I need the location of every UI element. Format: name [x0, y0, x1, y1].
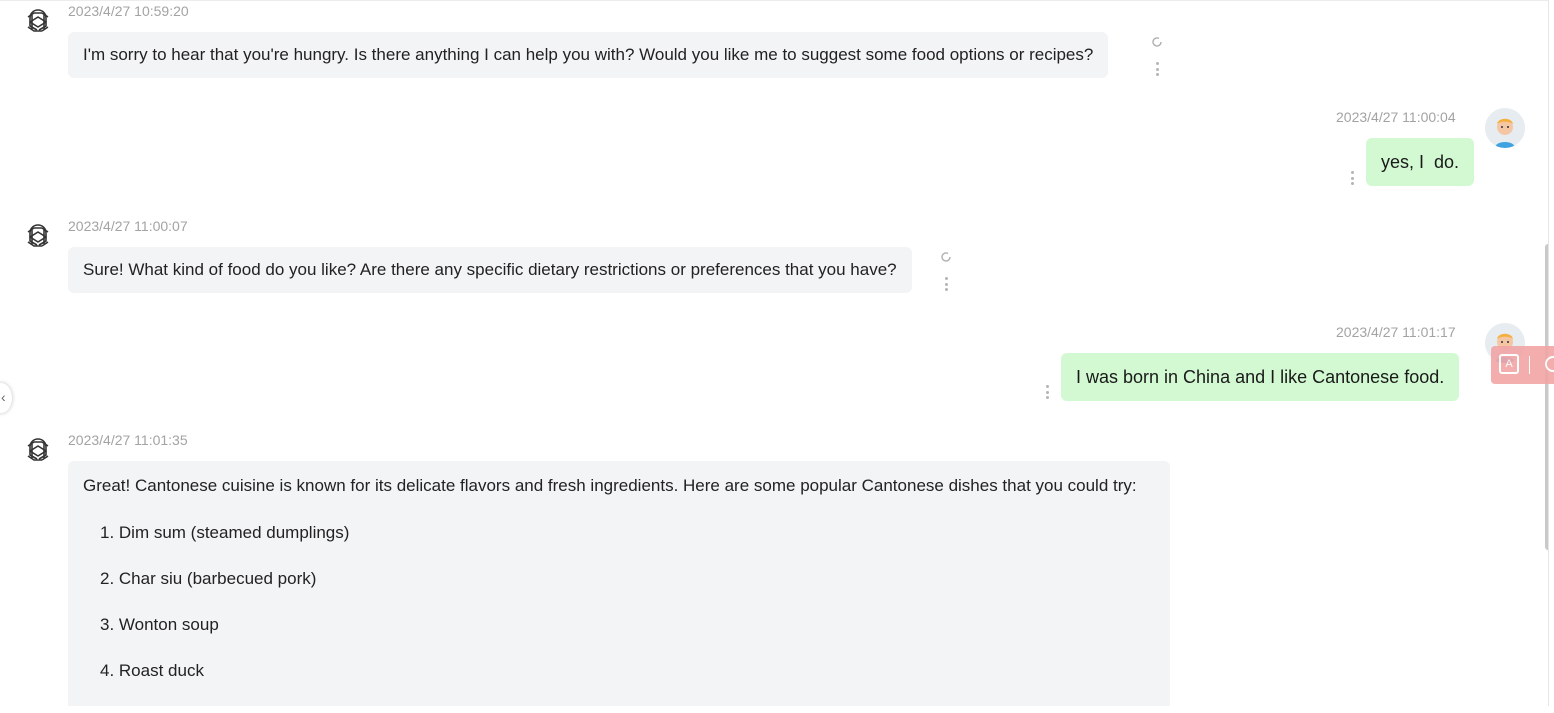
- message-text: I was born in China and I like Cantonese…: [1076, 366, 1445, 387]
- list-item: 3. Wonton soup: [100, 615, 219, 634]
- refresh-icon[interactable]: [1150, 35, 1164, 49]
- assistant-avatar-icon: [27, 438, 49, 461]
- message-timestamp: 2023/4/27 11:00:04: [1336, 109, 1456, 125]
- message-timestamp: 2023/4/27 11:00:07: [68, 218, 188, 234]
- list-item: 4. Roast duck: [100, 661, 204, 680]
- list-item: 1. Dim sum (steamed dumplings): [100, 523, 350, 542]
- chat-panel[interactable]: 2023/4/27 10:59:20 I'm sorry to hear tha…: [0, 0, 1549, 706]
- assistant-message-bubble: I'm sorry to hear that you're hungry. Is…: [68, 32, 1109, 78]
- assistant-message-bubble: Sure! What kind of food do you like? Are…: [68, 247, 912, 293]
- assistant-avatar-icon: [27, 224, 49, 247]
- toolbar-divider: [1529, 356, 1530, 374]
- cartoon-boy-avatar-icon: [1485, 108, 1525, 148]
- more-vertical-icon[interactable]: [944, 277, 948, 291]
- ai-translate-toolbar[interactable]: A: [1491, 346, 1554, 384]
- message-text: Great! Cantonese cuisine is known for it…: [83, 476, 1137, 495]
- assistant-avatar-icon: [27, 9, 49, 32]
- message-timestamp: 2023/4/27 10:59:20: [68, 3, 189, 19]
- assistant-message-bubble: Great! Cantonese cuisine is known for it…: [68, 461, 1170, 706]
- message-timestamp: 2023/4/27 11:01:17: [1336, 324, 1456, 340]
- list-item: 2. Char siu (barbecued pork): [100, 569, 317, 588]
- message-text: Sure! What kind of food do you like? Are…: [83, 260, 897, 279]
- user-avatar: [1485, 108, 1525, 148]
- refresh-icon[interactable]: [939, 250, 953, 264]
- more-vertical-icon[interactable]: [1155, 62, 1159, 76]
- more-vertical-icon[interactable]: [1045, 385, 1049, 399]
- chevron-left-icon: ‹: [1, 389, 6, 405]
- message-timestamp: 2023/4/27 11:01:35: [68, 432, 188, 448]
- user-message-bubble: I was born in China and I like Cantonese…: [1061, 353, 1460, 401]
- more-vertical-icon[interactable]: [1350, 171, 1354, 185]
- user-message-bubble: yes, I do.: [1366, 138, 1475, 186]
- scrollbar-thumb[interactable]: [1545, 244, 1548, 550]
- ai-translate-icon[interactable]: A: [1499, 354, 1519, 374]
- circle-icon[interactable]: [1545, 356, 1554, 372]
- message-text: I'm sorry to hear that you're hungry. Is…: [83, 45, 1094, 64]
- message-text: yes, I do.: [1381, 151, 1460, 172]
